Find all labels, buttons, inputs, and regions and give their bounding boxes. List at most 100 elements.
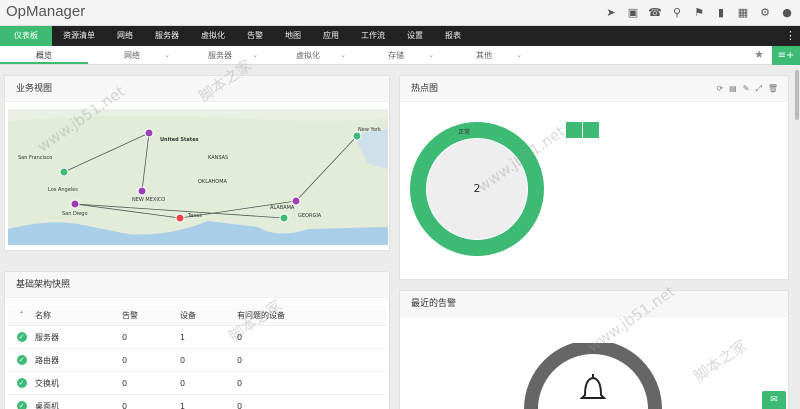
delete-icon[interactable]: 🗑 xyxy=(768,84,778,94)
top-toolbar: ➤ ▣ ☎ ⚲ ⚑ ▮ ▦ ⚙ ● xyxy=(604,5,794,19)
cell-devices: 0 xyxy=(180,378,186,388)
search-icon[interactable]: ⚲ xyxy=(670,5,684,19)
map-node[interactable] xyxy=(144,128,154,138)
map-label: NEW MEXICO xyxy=(132,197,165,203)
map-svg: United States San Francisco Los Angeles … xyxy=(8,109,388,245)
edit-icon[interactable]: ✎ xyxy=(743,84,750,94)
map-node[interactable] xyxy=(279,213,289,223)
chat-button[interactable]: ✉ xyxy=(762,391,786,409)
cell-alarms: 0 xyxy=(122,378,128,388)
table-row[interactable]: ✓ 服务器 0 1 0 xyxy=(8,326,386,349)
subtab-storage[interactable]: 存储 ⌄ xyxy=(352,46,440,64)
heatmap-blocks xyxy=(566,122,599,138)
table-row[interactable]: ✓ 路由器 0 0 0 xyxy=(8,349,386,372)
nav-reports[interactable]: 报表 xyxy=(434,26,472,46)
subtab-label: 虚拟化 xyxy=(296,51,320,60)
table-row[interactable]: ✓ 交换机 0 0 0 xyxy=(8,372,386,395)
battery-icon[interactable]: ▮ xyxy=(714,5,728,19)
nav-maps[interactable]: 地图 xyxy=(274,26,312,46)
document-icon[interactable]: ▤ xyxy=(729,84,737,94)
map-node[interactable] xyxy=(70,199,80,209)
subtab-servers[interactable]: 服务器 ⌄ xyxy=(176,46,264,64)
heatmap-cell[interactable] xyxy=(583,122,599,138)
monitor-icon[interactable]: ▣ xyxy=(626,5,640,19)
heatmap-cell[interactable] xyxy=(566,122,582,138)
business-view-map[interactable]: United States San Francisco Los Angeles … xyxy=(8,109,388,245)
donut-label: 正常 xyxy=(458,128,470,136)
map-node[interactable] xyxy=(59,167,69,177)
subtab-label: 服务器 xyxy=(208,51,232,60)
bell-icon[interactable]: ⚑ xyxy=(692,5,706,19)
map-label: Texas xyxy=(187,213,202,219)
nav-inventory[interactable]: 资源清单 xyxy=(52,26,106,46)
map-node[interactable] xyxy=(291,196,301,206)
cell-problem-devices: 0 xyxy=(237,332,243,342)
map-label: ALABAMA xyxy=(270,205,295,211)
subtab-network[interactable]: 网络 ⌄ xyxy=(88,46,176,64)
user-icon[interactable]: ● xyxy=(780,5,794,19)
map-node[interactable] xyxy=(352,131,362,141)
map-label: GEORGIA xyxy=(298,213,322,219)
nav-servers[interactable]: 服务器 xyxy=(144,26,190,46)
col-header[interactable]: 设备 xyxy=(180,310,237,321)
cell-problem-devices: 0 xyxy=(237,378,243,388)
subtab-label: 网络 xyxy=(124,51,140,60)
gear-icon[interactable]: ⚙ xyxy=(758,5,772,19)
map-node[interactable] xyxy=(137,186,147,196)
star-icon[interactable]: ★ xyxy=(754,48,764,61)
map-label: New York xyxy=(358,127,381,133)
map-label: KANSAS xyxy=(208,155,228,161)
rocket-icon[interactable]: ➤ xyxy=(604,5,618,19)
title-bar: OpManager ➤ ▣ ☎ ⚲ ⚑ ▮ ▦ ⚙ ● xyxy=(0,0,800,26)
panel-tools: ⟳ ▤ ✎ ⤢ 🗑 xyxy=(716,84,778,94)
nav-apps[interactable]: 应用 xyxy=(312,26,350,46)
sub-nav: 概览 网络 ⌄ 服务器 ⌄ 虚拟化 ⌄ 存储 ⌄ 其他 ⌄ ★ ≡+ xyxy=(0,46,800,65)
cell-devices: 0 xyxy=(180,355,186,365)
subtab-other[interactable]: 其他 ⌄ xyxy=(440,46,528,64)
cell-alarms: 0 xyxy=(122,332,128,342)
cell-name[interactable]: 桌面机 xyxy=(35,401,122,409)
sort-icon[interactable]: ˆ xyxy=(8,311,35,320)
nav-network[interactable]: 网络 xyxy=(106,26,144,46)
scrollbar-thumb[interactable] xyxy=(795,70,799,120)
chevron-down-icon: ⌄ xyxy=(340,51,346,59)
col-header[interactable]: 有问题的设备 xyxy=(237,310,386,321)
panel-title: 业务视图 xyxy=(5,76,389,102)
headset-icon[interactable]: ☎ xyxy=(648,5,662,19)
more-menu-icon[interactable]: ⋮ xyxy=(785,26,796,46)
check-icon: ✓ xyxy=(16,401,27,409)
cell-name[interactable]: 交换机 xyxy=(35,378,122,389)
cell-name[interactable]: 路由器 xyxy=(35,355,122,366)
chevron-down-icon: ⌄ xyxy=(428,51,434,59)
table-header: ˆ 名称 告警 设备 有问题的设备 xyxy=(8,306,386,326)
donut-value: 2 xyxy=(474,182,481,195)
nav-virtualization[interactable]: 虚拟化 xyxy=(190,26,236,46)
cell-problem-devices: 0 xyxy=(237,401,243,409)
cell-alarms: 0 xyxy=(122,401,128,409)
alarms-gauge xyxy=(524,343,662,409)
add-widget-button[interactable]: ≡+ xyxy=(772,46,800,65)
heatmap-donut[interactable]: 2 正常 xyxy=(410,122,545,257)
nav-workflow[interactable]: 工作流 xyxy=(350,26,396,46)
apps-grid-icon[interactable]: ▦ xyxy=(736,5,750,19)
chevron-down-icon: ⌄ xyxy=(516,51,522,59)
col-header[interactable]: 告警 xyxy=(122,310,180,321)
map-node[interactable] xyxy=(175,213,185,223)
col-header[interactable]: 名称 xyxy=(35,310,122,321)
subtab-label: 其他 xyxy=(476,51,492,60)
chevron-down-icon: ⌄ xyxy=(164,51,170,59)
nav-alarms[interactable]: 告警 xyxy=(236,26,274,46)
subtab-label: 存储 xyxy=(388,51,404,60)
map-label: Los Angeles xyxy=(48,187,78,193)
nav-settings[interactable]: 设置 xyxy=(396,26,434,46)
nav-dashboard[interactable]: 仪表板 xyxy=(0,26,52,46)
table-row[interactable]: ✓ 桌面机 0 1 0 xyxy=(8,395,386,409)
cell-devices: 1 xyxy=(180,401,186,409)
check-icon: ✓ xyxy=(16,332,27,342)
subtab-virtualization[interactable]: 虚拟化 ⌄ xyxy=(264,46,352,64)
refresh-icon[interactable]: ⟳ xyxy=(716,84,723,94)
map-label: San Diego xyxy=(62,211,88,217)
cell-name[interactable]: 服务器 xyxy=(35,332,122,343)
subtab-overview[interactable]: 概览 xyxy=(0,46,88,64)
expand-icon[interactable]: ⤢ xyxy=(755,84,761,94)
